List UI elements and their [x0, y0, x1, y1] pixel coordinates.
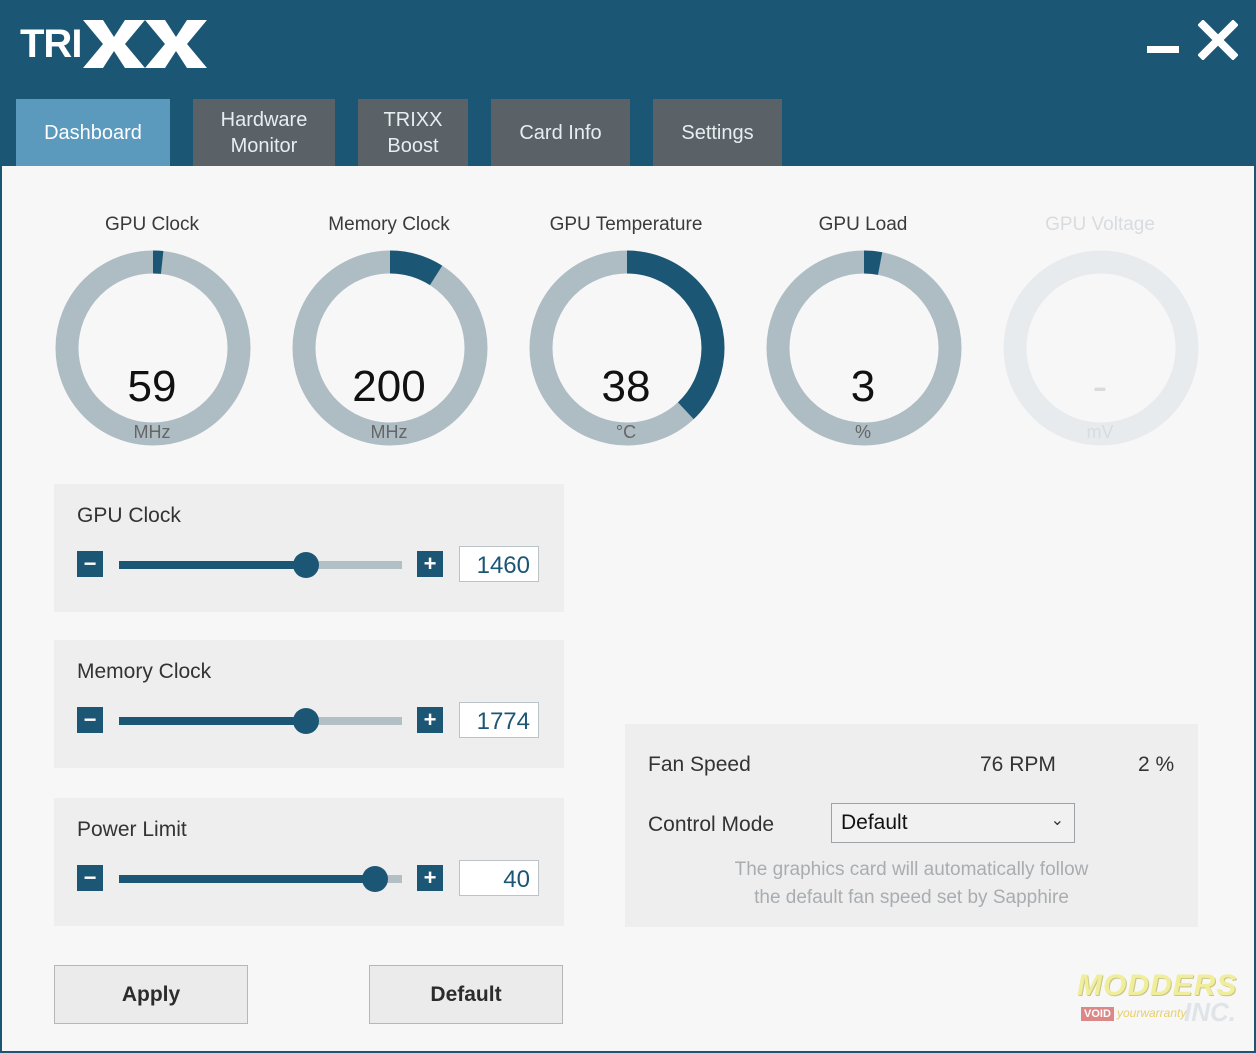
tab-label: Settings — [681, 121, 754, 144]
gauge-unit: % — [854, 422, 871, 442]
gauge-ring — [1003, 250, 1199, 446]
chevron-down-icon: ⌄ — [1050, 812, 1064, 829]
minimize-icon — [1147, 46, 1179, 53]
gauge-ring — [292, 250, 488, 446]
power-limit-increase-button[interactable]: + — [417, 865, 443, 891]
close-button[interactable] — [1197, 19, 1239, 61]
memory-clock-increase-button[interactable]: + — [417, 707, 443, 733]
default-button[interactable]: Default — [369, 965, 563, 1024]
gauge-title: GPU Voltage — [1045, 214, 1155, 235]
minus-icon: − — [83, 865, 97, 890]
minus-icon: − — [83, 551, 97, 576]
gpu-clock-increase-button[interactable]: + — [417, 551, 443, 577]
fan-speed-label: Fan Speed — [648, 753, 751, 776]
slider-fill — [119, 875, 376, 883]
gauge-ring — [55, 250, 251, 446]
minimize-button[interactable] — [1144, 20, 1184, 60]
slider-fill — [119, 717, 306, 725]
minus-icon: − — [83, 707, 97, 732]
memory-clock-panel: Memory Clock − + 1774 — [54, 640, 564, 768]
main-tabs: Dashboard Hardware Monitor TRIXX Boost C… — [16, 99, 805, 166]
modders-inc-watermark: MODDERS VOID yourwarranty INC. — [1077, 969, 1237, 1039]
power-limit-slider[interactable] — [119, 866, 402, 892]
description-line: The graphics card will automatically fol… — [734, 859, 1089, 880]
tab-trixx-boost[interactable]: TRIXX Boost — [358, 99, 468, 166]
apply-button[interactable]: Apply — [54, 965, 248, 1024]
close-icon — [1197, 19, 1239, 61]
panel-title: Memory Clock — [77, 660, 212, 683]
slider-thumb[interactable] — [362, 866, 389, 892]
slider-thumb[interactable] — [292, 708, 319, 734]
fan-percent-value: 2 % — [1138, 753, 1175, 776]
gauge-value: 200 — [352, 362, 426, 411]
gpu-clock-value-input[interactable]: 1460 — [459, 546, 539, 582]
dashboard-content: GPU Clock 59 MHz Memory Clock 200 MHz GP… — [2, 166, 1254, 1051]
gauge-unit: °C — [615, 422, 637, 442]
description-line: the default fan speed set by Sapphire — [754, 887, 1069, 908]
gauge-unit: MHz — [133, 422, 171, 442]
trixx-window: TRI Dashboard Hardware Monitor TRIXX Boo… — [0, 0, 1256, 1053]
logo-xx-icon — [83, 20, 208, 68]
gauge-ring — [766, 250, 962, 446]
trixx-logo: TRI — [20, 18, 209, 70]
gauge-unit: mV — [1086, 422, 1114, 442]
gauge-value: 38 — [601, 362, 651, 411]
tab-label: TRIXX Boost — [383, 108, 443, 157]
slider-thumb[interactable] — [292, 552, 319, 578]
gpu-clock-slider[interactable] — [119, 552, 402, 578]
memory-clock-value-input[interactable]: 1774 — [459, 702, 539, 738]
control-mode-label: Control Mode — [648, 813, 775, 836]
plus-icon: + — [423, 551, 437, 576]
power-limit-value-input[interactable]: 40 — [459, 860, 539, 896]
gauge-value: - — [1092, 362, 1108, 411]
gauge-title: GPU Temperature — [549, 214, 703, 235]
panel-title: GPU Clock — [77, 504, 181, 527]
gauge-value: 3 — [850, 362, 876, 411]
watermark-void-badge: VOID — [1081, 1007, 1114, 1021]
memory-clock-slider[interactable] — [119, 708, 402, 734]
power-limit-decrease-button[interactable]: − — [77, 865, 103, 891]
tab-settings[interactable]: Settings — [653, 99, 782, 166]
fan-mode-description: The graphics card will automatically fol… — [625, 856, 1198, 912]
gauge-title: GPU Clock — [105, 214, 199, 235]
power-limit-panel: Power Limit − + 40 — [54, 798, 564, 926]
tab-card-info[interactable]: Card Info — [491, 99, 630, 166]
watermark-inc-text: INC. — [1184, 997, 1236, 1027]
tab-label: Card Info — [519, 121, 602, 144]
plus-icon: + — [423, 865, 437, 890]
fan-rpm-value: 76 RPM — [980, 753, 1056, 776]
slider-fill — [119, 561, 306, 569]
control-mode-value: Default — [841, 811, 908, 834]
tab-dashboard[interactable]: Dashboard — [16, 99, 170, 166]
gpu-clock-decrease-button[interactable]: − — [77, 551, 103, 577]
gauge-ring — [529, 250, 725, 446]
gauge-title: Memory Clock — [328, 214, 450, 235]
plus-icon: + — [423, 707, 437, 732]
gauge-unit: MHz — [370, 422, 408, 442]
gpu-clock-panel: GPU Clock − + 1460 — [54, 484, 564, 612]
fan-speed-panel: Fan Speed 76 RPM 2 % Control Mode Defaul… — [625, 724, 1198, 927]
tab-label: Hardware Monitor — [220, 108, 308, 157]
control-mode-select[interactable]: Default ⌄ — [831, 803, 1075, 843]
memory-clock-decrease-button[interactable]: − — [77, 707, 103, 733]
tab-label: Dashboard — [44, 121, 142, 144]
tab-hardware-monitor[interactable]: Hardware Monitor — [193, 99, 335, 166]
watermark-warranty-text: yourwarranty — [1117, 1006, 1187, 1020]
logo-text: TRI — [20, 22, 82, 66]
gauge-value: 59 — [127, 362, 177, 411]
panel-title: Power Limit — [77, 818, 187, 841]
gauge-title: GPU Load — [818, 214, 908, 235]
